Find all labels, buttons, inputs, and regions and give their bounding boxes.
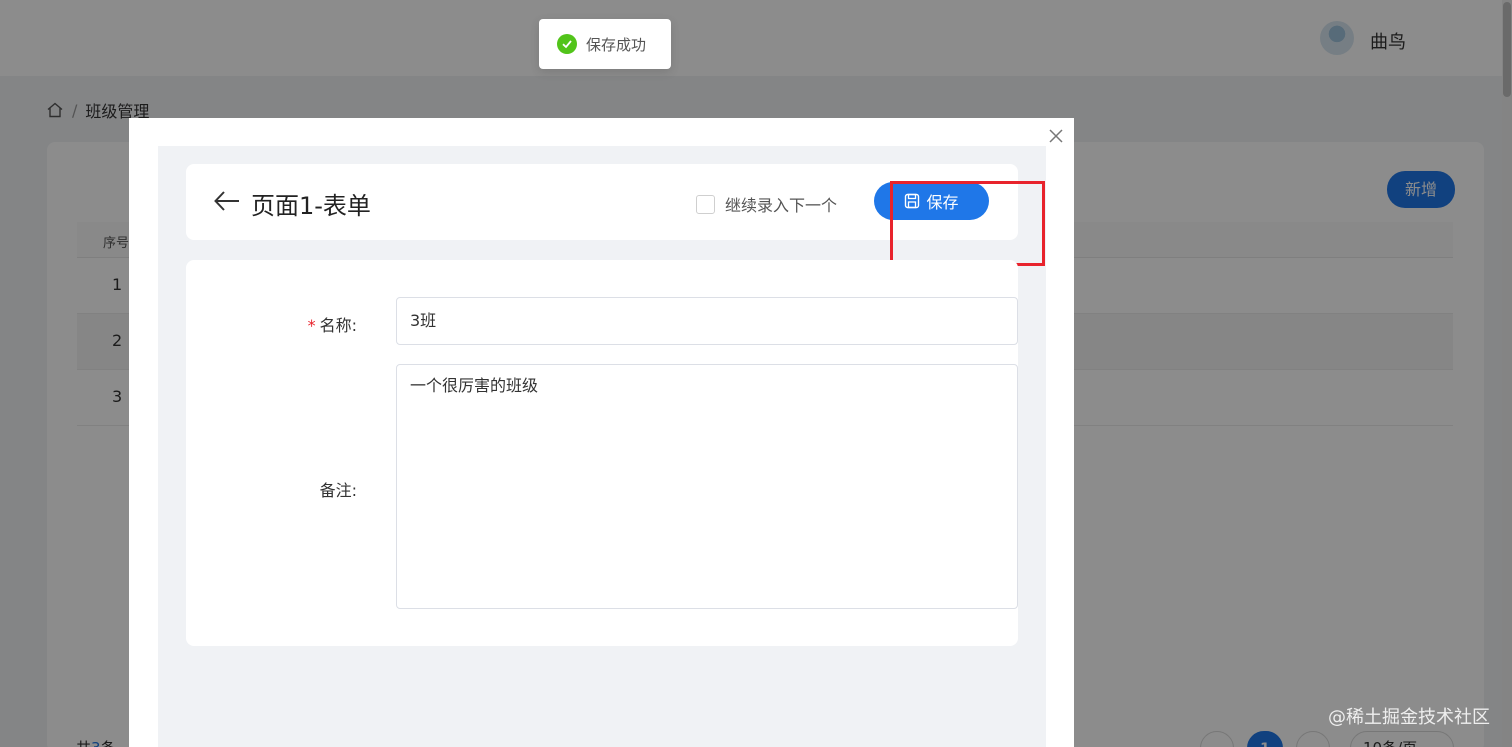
modal-content: 页面1-表单 继续录入下一个 保存 * 名称: 3班 备注: 一个很厉害的班级 xyxy=(158,146,1046,747)
required-mark: * xyxy=(307,316,316,335)
continue-entry-checkbox[interactable]: 继续录入下一个 xyxy=(696,192,837,216)
name-input[interactable]: 3班 xyxy=(396,297,1018,345)
remark-label: 备注: xyxy=(319,481,357,500)
toast-message: 保存成功 xyxy=(586,35,647,54)
form-body: * 名称: 3班 备注: 一个很厉害的班级 xyxy=(186,260,1018,646)
name-label: * 名称: xyxy=(308,312,357,336)
remark-textarea[interactable]: 一个很厉害的班级 xyxy=(396,364,1018,609)
watermark: @稀土掘金技术社区 xyxy=(1328,707,1490,728)
form-header: 页面1-表单 继续录入下一个 保存 xyxy=(186,164,1045,266)
name-label-text: 名称: xyxy=(319,316,357,335)
form-title: 页面1-表单 xyxy=(251,192,371,220)
success-toast: 保存成功 xyxy=(539,19,671,69)
close-icon[interactable] xyxy=(1046,126,1066,146)
back-arrow-icon[interactable] xyxy=(213,189,241,213)
checkbox-box[interactable] xyxy=(696,194,715,214)
form-modal: 页面1-表单 继续录入下一个 保存 * 名称: 3班 备注: 一个很厉害的班级 xyxy=(129,118,1074,747)
continue-entry-label[interactable]: 继续录入下一个 xyxy=(725,192,837,216)
save-highlight-annotation xyxy=(890,181,1045,266)
check-circle-icon xyxy=(557,34,577,54)
